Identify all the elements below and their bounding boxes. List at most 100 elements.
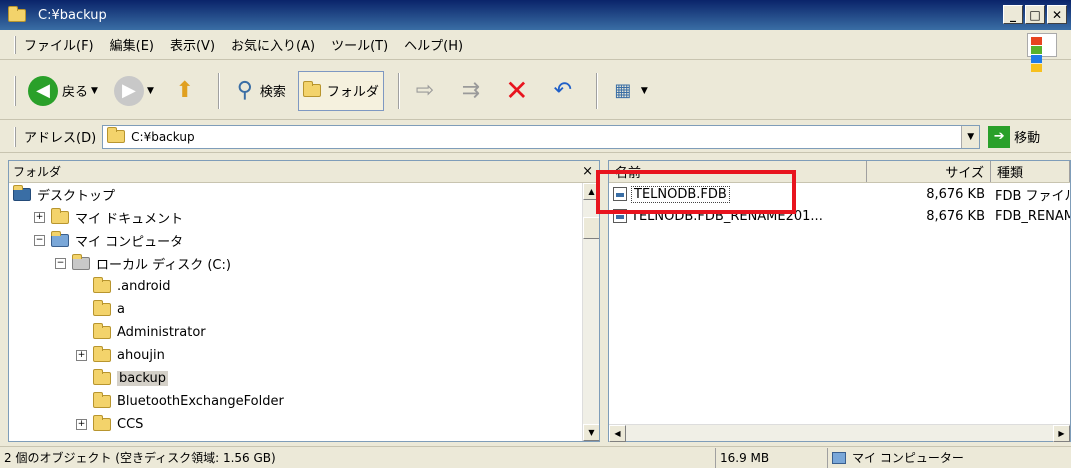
menu-edit[interactable]: 編集(E) xyxy=(110,35,154,54)
tree-item[interactable]: Administrator xyxy=(9,321,599,344)
tree-item[interactable]: .android xyxy=(9,275,599,298)
back-label: 戻る xyxy=(62,85,89,100)
copy-to-icon: ⇉ xyxy=(461,78,481,103)
standard-toolbar: ◀ 戻る ▼ ▶ ▼ ⬆ ⚲ 検索 フォルダ ⇨ ⇉ ✕ ↶ ▦ ▼ xyxy=(0,62,1071,120)
search-button[interactable]: ⚲ 検索 xyxy=(226,71,290,111)
toolbar-separator xyxy=(595,72,598,109)
back-arrow-icon: ◀ xyxy=(28,75,58,106)
menu-bar: ファイル(F) 編集(E) 表示(V) お気に入り(A) ツール(T) ヘルプ(… xyxy=(0,30,1071,72)
undo-button[interactable]: ↶ xyxy=(544,71,582,111)
toolbar-grip[interactable] xyxy=(14,76,16,106)
file-list-scrollbar[interactable]: ◀ ▶ xyxy=(609,424,1070,442)
folders-button[interactable]: フォルダ xyxy=(297,70,384,111)
expand-toggle-icon[interactable]: + xyxy=(76,350,87,361)
chevron-down-icon[interactable]: ▼ xyxy=(641,86,648,96)
scroll-up-button[interactable]: ▲ xyxy=(583,183,599,200)
close-button[interactable]: ✕ xyxy=(1047,5,1067,24)
tree-item-label: ローカル ディスク (C:) xyxy=(96,258,231,273)
go-arrow-icon: ➔ xyxy=(988,125,1011,148)
chevron-down-icon[interactable]: ▼ xyxy=(91,86,98,96)
tree-item[interactable]: デスクトップ xyxy=(9,183,599,206)
scroll-left-button[interactable]: ◀ xyxy=(609,425,626,442)
title-bar: C:¥backup _ □ ✕ xyxy=(0,0,1071,30)
tree-item[interactable]: + マイ ドキュメント xyxy=(9,206,599,229)
copy-to-button[interactable]: ⇉ xyxy=(452,71,490,111)
file-list-header: 名前 サイズ 種類 xyxy=(609,161,1070,183)
menu-file[interactable]: ファイル(F) xyxy=(24,35,94,54)
menu-favorites[interactable]: お気に入り(A) xyxy=(231,35,315,54)
folder-icon xyxy=(93,392,111,408)
file-row[interactable]: TELNODB.FDB 8,676 KB FDB ファイル xyxy=(609,183,1070,205)
expand-toggle-icon[interactable]: + xyxy=(34,212,45,223)
address-input[interactable]: C:¥backup ▼ xyxy=(102,124,981,149)
my-computer-icon xyxy=(832,451,846,464)
scroll-down-button[interactable]: ▼ xyxy=(583,424,599,441)
status-size: 16.9 MB xyxy=(716,447,828,468)
tree-item[interactable]: + ahoujin xyxy=(9,344,599,367)
menu-help[interactable]: ヘルプ(H) xyxy=(404,35,463,54)
chevron-down-icon[interactable]: ▼ xyxy=(147,86,154,96)
toolbar-separator xyxy=(217,72,220,109)
folder-icon xyxy=(8,5,26,22)
toolbar-separator xyxy=(397,72,400,109)
back-button[interactable]: ◀ 戻る ▼ xyxy=(24,71,102,111)
views-button[interactable]: ▦ ▼ xyxy=(604,71,652,111)
tree-item[interactable]: a xyxy=(9,298,599,321)
maximize-button[interactable]: □ xyxy=(1025,5,1045,24)
my-computer-icon xyxy=(51,231,69,247)
folder-pane-header: フォルダ × xyxy=(9,161,599,183)
address-dropdown-button[interactable]: ▼ xyxy=(961,125,980,148)
tree-item[interactable]: backup xyxy=(9,367,599,390)
column-header-size[interactable]: サイズ xyxy=(867,161,991,182)
column-header-type[interactable]: 種類 xyxy=(991,161,1070,182)
search-label: 検索 xyxy=(259,85,286,100)
file-list-pane: 名前 サイズ 種類 TELNODB.FDB 8,676 KB FDB ファイル TEL… xyxy=(608,160,1071,442)
expand-toggle-icon[interactable]: − xyxy=(34,235,45,246)
up-folder-button[interactable]: ⬆ xyxy=(166,71,204,111)
desktop-icon xyxy=(13,185,31,201)
file-row[interactable]: TELNODB.FDB_RENAME201... 8,676 KB FDB_RENA… xyxy=(609,205,1070,227)
address-value: C:¥backup xyxy=(131,129,195,144)
tree-item-label: a xyxy=(117,302,125,317)
scroll-thumb[interactable] xyxy=(583,217,599,239)
file-size: 8,676 KB xyxy=(926,208,985,224)
status-location-label: マイ コンピューター xyxy=(852,451,964,465)
folder-tree: デスクトップ + マイ ドキュメント − マイ コンピュータ − ローカル ディスク (C:… xyxy=(9,183,599,441)
tree-item-label: ahoujin xyxy=(117,348,165,363)
menu-tools[interactable]: ツール(T) xyxy=(331,35,388,54)
delete-icon: ✕ xyxy=(505,74,529,107)
tree-item[interactable]: − マイ コンピュータ xyxy=(9,229,599,252)
tree-item[interactable]: BluetoothExchangeFolder xyxy=(9,390,599,413)
tree-item-label: BluetoothExchangeFolder xyxy=(117,394,284,409)
scroll-right-button[interactable]: ▶ xyxy=(1053,425,1070,442)
toolbar-grip[interactable] xyxy=(14,127,16,147)
tree-item[interactable]: + CCS xyxy=(9,413,599,436)
expand-toggle-icon[interactable]: − xyxy=(55,258,66,269)
file-icon xyxy=(613,209,627,223)
tree-item-label: backup xyxy=(117,371,168,386)
delete-button[interactable]: ✕ xyxy=(498,71,536,111)
folder-icon xyxy=(93,415,111,431)
file-type: FDB ファイル xyxy=(995,188,1070,204)
file-list: TELNODB.FDB 8,676 KB FDB ファイル TELNODB.FDB_R… xyxy=(609,183,1070,227)
move-to-button[interactable]: ⇨ xyxy=(406,71,444,111)
tree-item[interactable]: − ローカル ディスク (C:) xyxy=(9,252,599,275)
menu-view[interactable]: 表示(V) xyxy=(170,35,215,54)
go-label: 移動 xyxy=(1014,131,1041,146)
folder-tree-scrollbar[interactable]: ▲ ▼ xyxy=(582,183,599,441)
status-objects: 2 個のオブジェクト (空きディスク領域: 1.56 GB) xyxy=(0,447,716,468)
folder-icon xyxy=(107,127,126,143)
go-button[interactable]: ➔ 移動 xyxy=(988,125,1041,148)
file-name-cell: TELNODB.FDB_RENAME201... xyxy=(609,209,867,224)
column-header-name[interactable]: 名前 xyxy=(609,161,867,182)
tree-item-label: デスクトップ xyxy=(37,189,116,204)
close-icon[interactable]: × xyxy=(582,164,593,179)
minimize-button[interactable]: _ xyxy=(1003,5,1023,24)
file-name: TELNODB.FDB xyxy=(631,185,730,203)
toolbar-grip[interactable] xyxy=(14,36,16,54)
forward-button[interactable]: ▶ ▼ xyxy=(110,71,158,111)
folder-icon xyxy=(302,81,321,97)
address-bar: アドレス(D) C:¥backup ▼ ➔ 移動 xyxy=(0,121,1071,153)
expand-toggle-icon[interactable]: + xyxy=(76,419,87,430)
forward-arrow-icon: ▶ xyxy=(113,75,144,106)
